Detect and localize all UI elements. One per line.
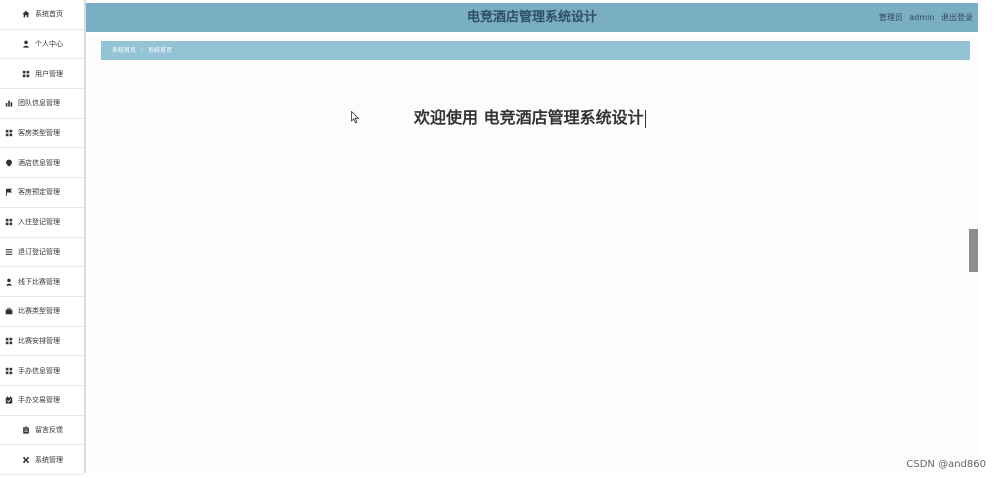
- sidebar-item-label: 系统首页: [35, 10, 63, 19]
- welcome-heading: 欢迎使用 电竞酒店管理系统设计: [414, 104, 646, 128]
- grid-icon: [4, 218, 14, 226]
- welcome-text: 欢迎使用 电竞酒店管理系统设计: [414, 108, 644, 127]
- sidebar-item-team-info[interactable]: 团队信息管理: [0, 89, 84, 119]
- sidebar-item-figure-info[interactable]: 手办信息管理: [0, 356, 84, 386]
- bar-chart-icon: [4, 99, 14, 108]
- grid-icon: [4, 129, 14, 137]
- sidebar-item-offline-match[interactable]: 线下比赛管理: [0, 267, 84, 297]
- top-header: 电竞酒店管理系统设计 管理员 admin 退出登录: [86, 3, 978, 32]
- scrollbar-thumb[interactable]: [969, 229, 978, 272]
- breadcrumb-current: 系统首页: [147, 47, 172, 54]
- username: admin: [909, 13, 935, 22]
- flag-icon: [4, 188, 14, 197]
- user-role: 管理员: [878, 13, 903, 22]
- sidebar-item-label: 用户管理: [35, 69, 63, 78]
- text-caret: [644, 109, 646, 128]
- sidebar-item-label: 入住登记管理: [18, 218, 60, 227]
- app-title: 电竞酒店管理系统设计: [466, 10, 597, 25]
- sidebar-item-home[interactable]: 系统首页: [0, 0, 84, 30]
- user-icon: [21, 40, 31, 48]
- list-icon: [4, 248, 14, 256]
- sidebar-item-label: 客房预定管理: [18, 188, 60, 197]
- sidebar-item-label: 退订登记管理: [18, 247, 60, 256]
- sidebar: 系统首页 个人中心 用户管理 团队信息管理 客房类型管理 酒店信息管理 客房预定…: [0, 0, 86, 475]
- sidebar-item-hotel-info[interactable]: 酒店信息管理: [0, 148, 84, 179]
- sidebar-item-label: 比赛类型管理: [18, 307, 60, 316]
- logout-button[interactable]: 退出登录: [941, 13, 973, 22]
- breadcrumb: 系统首页 ⁞ 系统首页: [101, 41, 970, 60]
- sidebar-item-figure-trade[interactable]: 手办交易管理: [0, 386, 84, 416]
- sidebar-item-match-schedule[interactable]: 比赛安排管理: [0, 327, 84, 357]
- home-icon: [21, 10, 31, 18]
- grid-icon: [4, 367, 14, 375]
- breadcrumb-home-link[interactable]: 系统首页: [112, 47, 136, 54]
- watermark: CSDN @and860: [906, 459, 986, 470]
- sidebar-item-label: 比赛安排管理: [18, 336, 60, 345]
- grid-icon: [4, 337, 14, 345]
- sidebar-item-personal-center[interactable]: 个人中心: [0, 30, 84, 60]
- sidebar-item-label: 系统管理: [35, 455, 63, 464]
- briefcase-icon: [4, 307, 14, 315]
- sidebar-item-label: 个人中心: [35, 40, 63, 49]
- sidebar-item-room-type[interactable]: 客房类型管理: [0, 119, 84, 149]
- sidebar-item-feedback[interactable]: 留言反馈: [0, 416, 84, 446]
- sidebar-item-room-booking[interactable]: 客房预定管理: [0, 178, 84, 208]
- sidebar-item-label: 团队信息管理: [18, 99, 60, 108]
- mouse-cursor-icon: [351, 111, 360, 124]
- sidebar-item-label: 线下比赛管理: [18, 277, 60, 286]
- sidebar-item-label: 留言反馈: [35, 425, 63, 434]
- clipboard-icon: [21, 426, 31, 434]
- sidebar-item-match-type[interactable]: 比赛类型管理: [0, 297, 84, 327]
- user-icon: [4, 278, 14, 286]
- sidebar-item-label: 手办交易管理: [18, 396, 60, 405]
- breadcrumb-separator: ⁞: [141, 47, 143, 54]
- tools-icon: [21, 456, 31, 464]
- main-content: 系统首页 ⁞ 系统首页 欢迎使用 电竞酒店管理系统设计: [88, 34, 978, 473]
- sidebar-item-user-management[interactable]: 用户管理: [0, 59, 84, 90]
- grid-icon: [21, 70, 31, 78]
- sidebar-item-label: 酒店信息管理: [18, 158, 60, 167]
- calendar-check-icon: [4, 396, 14, 404]
- user-area: 管理员 admin 退出登录: [875, 3, 973, 32]
- sidebar-item-check-in[interactable]: 入住登记管理: [0, 208, 84, 238]
- sidebar-item-system-management[interactable]: 系统管理: [0, 445, 84, 475]
- map-pin-icon: [4, 159, 14, 167]
- sidebar-item-label: 客房类型管理: [18, 129, 60, 138]
- sidebar-item-label: 手办信息管理: [18, 366, 60, 375]
- sidebar-item-cancellation[interactable]: 退订登记管理: [0, 238, 84, 268]
